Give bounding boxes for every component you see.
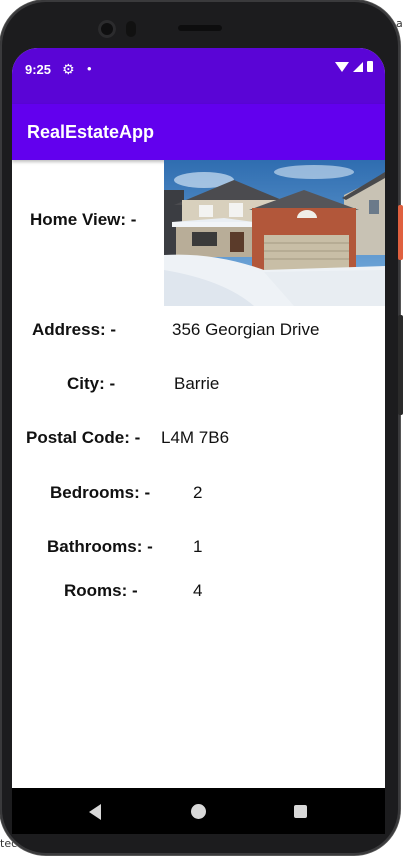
city-label: City: - [67, 374, 116, 393]
background-text-right: a [396, 17, 403, 30]
status-time: 9:25 [25, 62, 52, 77]
rooms-value: 4 [193, 581, 203, 600]
recents-square-icon[interactable] [294, 805, 307, 818]
screen: 9:25 ⚙ • RealEstateApp Home View: - Addr… [12, 48, 385, 788]
earpiece-speaker [178, 25, 222, 31]
volume-button [398, 315, 403, 415]
front-camera-icon [98, 20, 116, 38]
app-title: RealEstateApp [27, 122, 155, 142]
home-view-label: Home View: - [30, 210, 137, 229]
home-circle-icon[interactable] [191, 804, 206, 819]
bathrooms-value: 1 [193, 537, 203, 556]
house-photo [164, 160, 385, 306]
back-triangle-icon[interactable] [89, 804, 101, 820]
bedrooms-label: Bedrooms: - [50, 483, 151, 502]
city-value: Barrie [174, 374, 220, 393]
address-value: 356 Georgian Drive [172, 320, 320, 339]
phone-frame: 9:25 ⚙ • RealEstateApp Home View: - Addr… [0, 0, 403, 855]
app-bar: RealEstateApp [12, 104, 385, 160]
side-accent-button [398, 205, 403, 260]
address-label: Address: - [32, 320, 117, 339]
notification-dot-icon: • [87, 61, 92, 76]
home-view-image [164, 160, 385, 306]
rooms-label: Rooms: - [64, 581, 138, 600]
signal-icon [353, 61, 363, 72]
sensor-icon [126, 21, 136, 37]
postal-code-label: Postal Code: - [26, 428, 141, 447]
gear-icon: ⚙ [62, 61, 75, 77]
bathrooms-label: Bathrooms: - [47, 537, 153, 556]
status-bar: 9:25 ⚙ • [12, 48, 385, 104]
wifi-icon [335, 61, 349, 72]
battery-icon [367, 61, 373, 72]
navigation-bar [12, 788, 385, 834]
bedrooms-value: 2 [193, 483, 203, 502]
postal-code-value: L4M 7B6 [161, 428, 230, 447]
